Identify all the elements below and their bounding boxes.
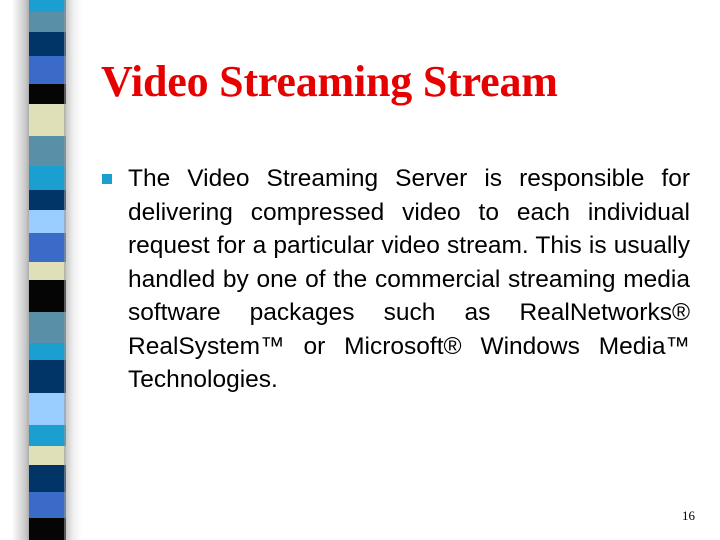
stripe-steel: [29, 136, 66, 166]
stripe-black: [29, 518, 66, 540]
stripe-beige: [29, 446, 66, 465]
slide: Video Streaming Stream The Video Streami…: [0, 0, 720, 540]
stripe-steel: [29, 312, 66, 343]
band-shadow-right: [64, 0, 82, 540]
stripe-navy: [29, 465, 66, 492]
stripe-cyan: [29, 0, 66, 12]
stripe-navy: [29, 190, 66, 210]
stripe-royal: [29, 233, 66, 262]
stripe-royal: [29, 492, 66, 518]
stripe-black: [29, 84, 66, 104]
bullet-text: The Video Streaming Server is responsibl…: [128, 165, 690, 393]
stripe-navy: [29, 32, 66, 56]
stripe-light: [29, 393, 66, 425]
bullet-item: The Video Streaming Server is responsibl…: [102, 162, 690, 397]
page-number: 16: [682, 508, 695, 523]
stripe-black: [29, 280, 66, 312]
square-bullet-icon: [102, 174, 112, 184]
stripe-steel: [29, 12, 66, 32]
decorative-stripe-band: [29, 0, 66, 540]
stripe-cyan: [29, 166, 66, 190]
stripe-cyan: [29, 425, 66, 446]
bullet-list: The Video Streaming Server is responsibl…: [102, 162, 690, 397]
stripe-royal: [29, 56, 66, 84]
stripe-beige: [29, 262, 66, 280]
stripe-navy: [29, 360, 66, 393]
slide-title: Video Streaming Stream: [101, 57, 558, 106]
stripe-light: [29, 210, 66, 233]
stripe-beige: [29, 104, 66, 136]
stripe-cyan: [29, 343, 66, 360]
